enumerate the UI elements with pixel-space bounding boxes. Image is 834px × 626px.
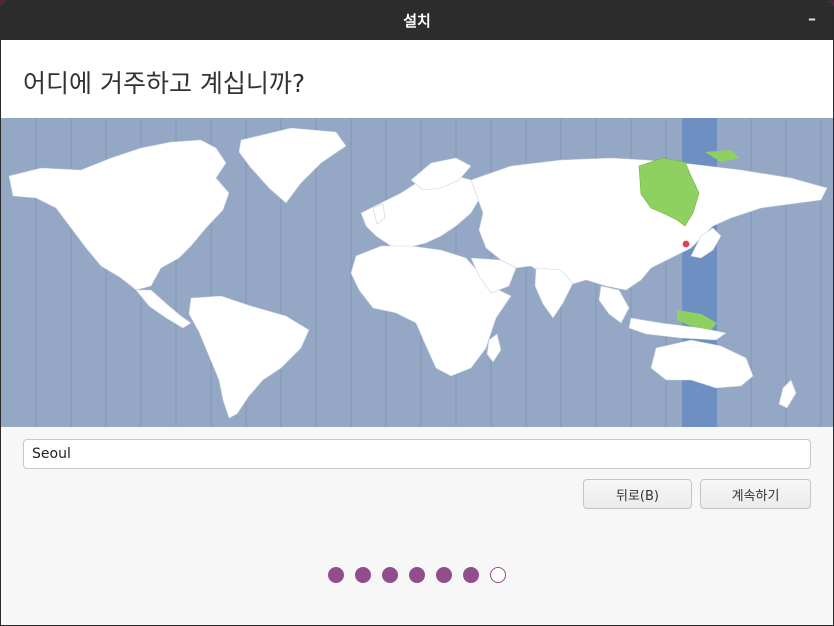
window-title: 설치 xyxy=(403,12,431,30)
title-bar: 설치 – xyxy=(1,1,833,40)
timezone-map[interactable] xyxy=(1,118,833,427)
progress-dot-completed xyxy=(328,567,344,583)
progress-dot-completed xyxy=(382,567,398,583)
progress-dot-completed xyxy=(409,567,425,583)
back-button[interactable]: 뒤로(B) xyxy=(583,479,692,509)
page-header: 어디에 거주하고 계십니까? xyxy=(1,40,833,119)
installer-window: 설치 – 어디에 거주하고 계십니까? Seoul 뒤로(B) 계속하기 xyxy=(0,0,834,626)
progress-dot-current xyxy=(490,567,506,583)
location-input[interactable] xyxy=(23,439,811,469)
progress-dot-completed xyxy=(463,567,479,583)
progress-indicator xyxy=(328,567,506,583)
world-map-graphic xyxy=(1,118,833,427)
location-pin-icon xyxy=(681,239,691,249)
page-title: 어디에 거주하고 계십니까? xyxy=(23,69,306,98)
continue-button[interactable]: 계속하기 xyxy=(700,479,811,509)
progress-dot-completed xyxy=(355,567,371,583)
minimize-button[interactable]: – xyxy=(803,9,821,29)
progress-dot-completed xyxy=(436,567,452,583)
